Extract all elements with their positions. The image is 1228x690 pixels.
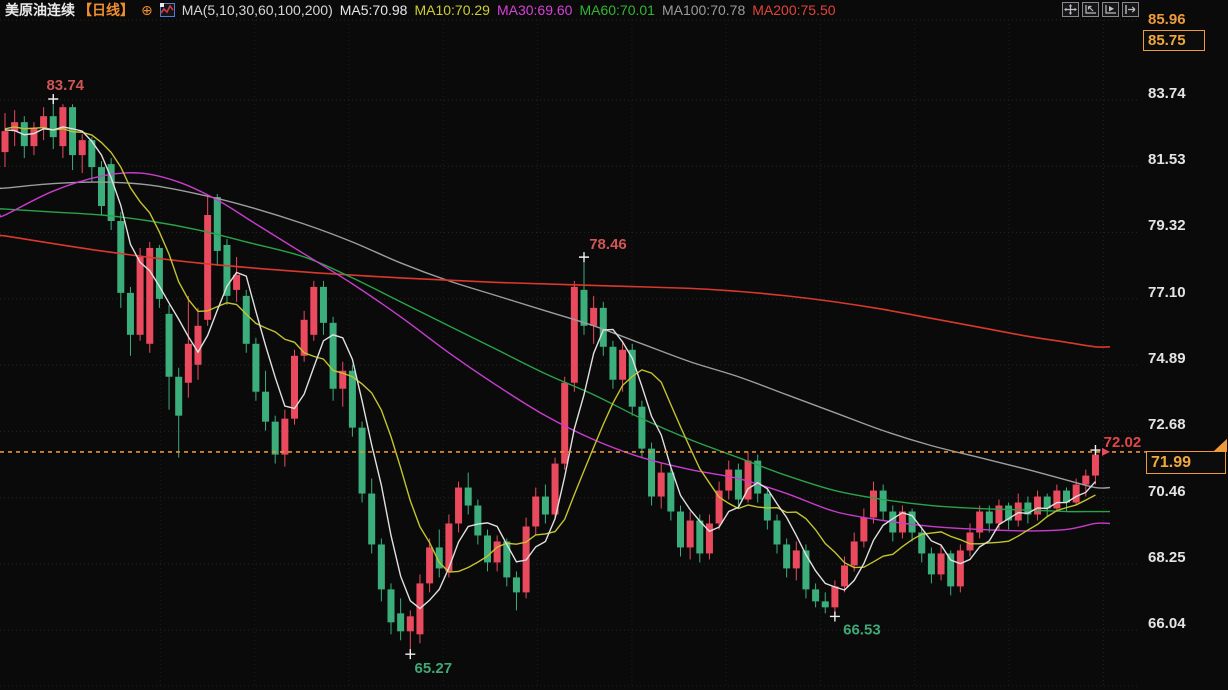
go-last-icon[interactable] xyxy=(1122,2,1139,17)
period-label[interactable]: 【日线】 xyxy=(78,0,134,20)
symbol-title: 美原油连续 xyxy=(5,0,75,20)
scale-right-icon[interactable] xyxy=(1102,2,1119,17)
ma200-value: MA200:75.50 xyxy=(752,2,835,18)
svg-text:78.46: 78.46 xyxy=(589,236,627,253)
chart-header: 美原油连续【日线】 ⊕ MA(5,10,30,60,100,200) MA5:7… xyxy=(5,1,836,19)
mini-chart-icon[interactable] xyxy=(160,3,175,17)
ma10-value: MA10:70.29 xyxy=(414,2,490,18)
ma-params-label[interactable]: MA(5,10,30,60,100,200) xyxy=(182,2,333,18)
ma100-value: MA100:70.78 xyxy=(662,2,745,18)
ma5-value: MA5:70.98 xyxy=(340,2,408,18)
scale-left-icon[interactable] xyxy=(1082,2,1099,17)
svg-text:83.74: 83.74 xyxy=(46,77,84,94)
ma60-value: MA60:70.01 xyxy=(579,2,655,18)
svg-text:72.02: 72.02 xyxy=(1104,434,1142,451)
svg-text:66.53: 66.53 xyxy=(843,621,881,638)
kline-chart-app: 83.74 78.46 72.02 65.27 66.53 美原油连续【日线】 ⊕ MA… xyxy=(0,0,1228,690)
ma30-value: MA30:69.60 xyxy=(497,2,573,18)
price-chart-canvas[interactable]: 83.74 78.46 72.02 65.27 66.53 xyxy=(0,0,1228,690)
svg-text:65.27: 65.27 xyxy=(415,660,453,677)
add-indicator-icon[interactable]: ⊕ xyxy=(141,3,153,17)
pan-icon[interactable] xyxy=(1062,2,1079,17)
chart-toolbar xyxy=(1062,2,1139,17)
